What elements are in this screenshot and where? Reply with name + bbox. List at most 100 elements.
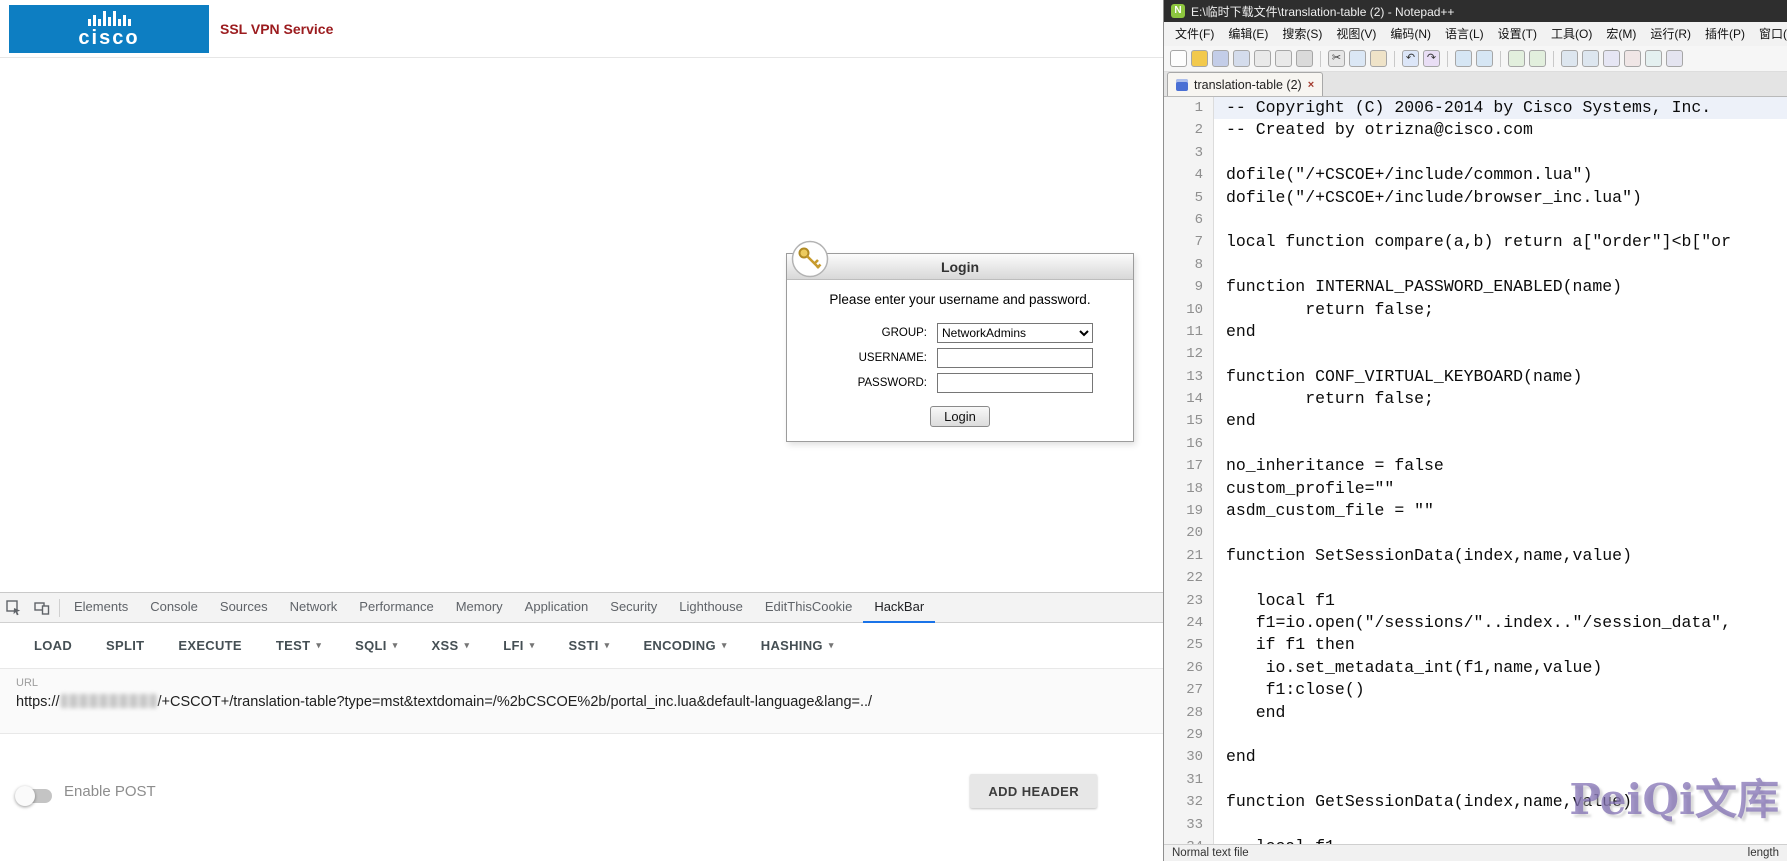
- code-text: io.set_metadata_int(f1,name,value): [1226, 657, 1603, 677]
- document-tab[interactable]: translation-table (2) ×: [1167, 72, 1324, 96]
- devtools-tab-security[interactable]: Security: [599, 593, 668, 623]
- code-text: -- Copyright (C) 2006-2014 by Cisco Syst…: [1214, 97, 1787, 120]
- add-header-button[interactable]: ADD HEADER: [970, 774, 1097, 808]
- sync-scroll-vertical-icon[interactable]: [1561, 50, 1578, 67]
- hackbar-menu-hashing[interactable]: HASHING ▾: [761, 638, 834, 653]
- hackbar-menu-ssti[interactable]: SSTI ▾: [569, 638, 610, 653]
- login-button[interactable]: Login: [930, 406, 990, 427]
- code-text: local function compare(a,b) return a["or…: [1226, 232, 1731, 252]
- save-file-icon[interactable]: [1212, 50, 1229, 67]
- username-input[interactable]: [937, 348, 1093, 368]
- open-folder-icon[interactable]: [1191, 50, 1208, 67]
- notepad-menu-item[interactable]: 编码(N): [1383, 22, 1438, 46]
- code-editor[interactable]: 1 -- Copyright (C) 2006-2014 by Cisco Sys…: [1164, 97, 1787, 844]
- hackbar-menu-label: SSTI: [568, 638, 599, 653]
- notepad-menu-item[interactable]: 宏(M): [1599, 22, 1643, 46]
- print-icon[interactable]: [1296, 50, 1313, 67]
- replace-icon[interactable]: [1476, 50, 1493, 67]
- save-all-icon[interactable]: [1233, 50, 1250, 67]
- zoom-in-icon[interactable]: [1508, 50, 1525, 67]
- notepad-menu-item[interactable]: 设置(T): [1491, 22, 1544, 46]
- devtools-panel: Elements Console Sources Network Performance…: [0, 592, 1163, 861]
- sync-scroll-horizontal-icon[interactable]: [1582, 50, 1599, 67]
- undo-icon[interactable]: ↶: [1402, 50, 1419, 67]
- notepad-menu-item[interactable]: 窗口(W): [1752, 22, 1787, 46]
- hackbar-menu-xss[interactable]: XSS ▾: [432, 638, 470, 653]
- indent-guide-icon[interactable]: [1645, 50, 1662, 67]
- redo-icon[interactable]: ↷: [1423, 50, 1440, 67]
- line-number: 22: [1164, 567, 1214, 590]
- notepad-menu-item[interactable]: 语言(L): [1438, 22, 1491, 46]
- notepad-menu-item[interactable]: 视图(V): [1329, 22, 1383, 46]
- word-wrap-icon[interactable]: [1603, 50, 1620, 67]
- devtools-tab-sources[interactable]: Sources: [209, 593, 279, 623]
- line-number: 12: [1164, 343, 1214, 366]
- tab-close-icon[interactable]: ×: [1308, 79, 1314, 91]
- device-toolbar-icon[interactable]: [28, 593, 56, 623]
- devtools-tab-hackbar[interactable]: HackBar: [863, 593, 936, 623]
- devtools-tab-network[interactable]: Network: [279, 593, 349, 623]
- password-input[interactable]: [937, 373, 1093, 393]
- code-line: 19 asdm_custom_file = "": [1164, 500, 1787, 523]
- line-number: 26: [1164, 656, 1214, 680]
- notepad-menu-item[interactable]: 插件(P): [1698, 22, 1752, 46]
- url-input[interactable]: https:// /+CSCOT+/translation-table?type=…: [16, 694, 1147, 710]
- zoom-out-icon[interactable]: [1529, 50, 1546, 67]
- hackbar-menu-test[interactable]: TEST ▾: [276, 638, 321, 653]
- devtools-tab-memory[interactable]: Memory: [445, 593, 514, 623]
- code-text: function CONF_VIRTUAL_KEYBOARD(name): [1226, 366, 1583, 386]
- show-all-characters-icon[interactable]: [1624, 50, 1641, 67]
- line-number: 20: [1164, 522, 1214, 545]
- redacted-host-blur: [60, 694, 157, 708]
- notepad-titlebar: N E:\临时下载文件\translation-table (2) - Note…: [1164, 0, 1787, 22]
- line-number: 32: [1164, 791, 1214, 814]
- notepad-menu-item[interactable]: 文件(F): [1168, 22, 1221, 46]
- notepad-menu-item[interactable]: 编辑(E): [1221, 22, 1275, 46]
- hackbar-menu-label: XSS: [431, 638, 459, 653]
- line-number: 7: [1164, 231, 1214, 254]
- code-text: local f1: [1226, 590, 1335, 610]
- enable-post-toggle[interactable]: [15, 786, 52, 806]
- line-number: 17: [1164, 455, 1214, 478]
- line-number: 16: [1164, 432, 1214, 456]
- notepad-menu-item[interactable]: 搜索(S): [1275, 22, 1329, 46]
- devtools-tab-lighthouse[interactable]: Lighthouse: [668, 593, 754, 623]
- hackbar-menu-sqli[interactable]: SQLI ▾: [355, 638, 397, 653]
- code-line: 8: [1164, 253, 1787, 277]
- code-line: 12: [1164, 343, 1787, 366]
- notepad-menu-item[interactable]: 工具(O): [1544, 22, 1599, 46]
- line-number: 28: [1164, 701, 1214, 724]
- close-all-icon[interactable]: [1275, 50, 1292, 67]
- new-file-icon[interactable]: [1170, 50, 1187, 67]
- code-text: no_inheritance = false: [1226, 456, 1444, 476]
- notepadpp-app-icon: N: [1171, 4, 1185, 18]
- find-icon[interactable]: [1455, 50, 1472, 67]
- line-number: 15: [1164, 410, 1214, 433]
- close-file-icon[interactable]: [1254, 50, 1271, 67]
- statusbar-doc-type: Normal text file: [1172, 847, 1249, 859]
- devtools-tab-performance[interactable]: Performance: [348, 593, 444, 623]
- document-map-icon[interactable]: [1666, 50, 1683, 67]
- inspect-element-icon[interactable]: [0, 593, 28, 623]
- devtools-tab-application[interactable]: Application: [514, 593, 600, 623]
- hackbar-menu-encoding[interactable]: ENCODING ▾: [643, 638, 726, 653]
- hackbar-menu-load[interactable]: LOAD: [34, 638, 72, 653]
- copy-icon[interactable]: [1349, 50, 1366, 67]
- hackbar-menu-execute[interactable]: EXECUTE: [178, 638, 242, 653]
- hackbar-menu-lfi[interactable]: LFI ▾: [503, 638, 534, 653]
- devtools-tab-elements[interactable]: Elements: [63, 593, 139, 623]
- group-select[interactable]: NetworkAdmins: [937, 323, 1093, 343]
- cut-icon[interactable]: ✂: [1328, 50, 1345, 67]
- paste-icon[interactable]: [1370, 50, 1387, 67]
- hackbar-menu-split[interactable]: SPLIT: [106, 638, 144, 653]
- devtools-tab-editthiscookie[interactable]: EditThisCookie: [754, 593, 863, 623]
- notepad-menu-item[interactable]: 运行(R): [1643, 22, 1698, 46]
- notepad-tabbar: translation-table (2) ×: [1164, 72, 1787, 97]
- devtools-tab-console[interactable]: Console: [139, 593, 209, 623]
